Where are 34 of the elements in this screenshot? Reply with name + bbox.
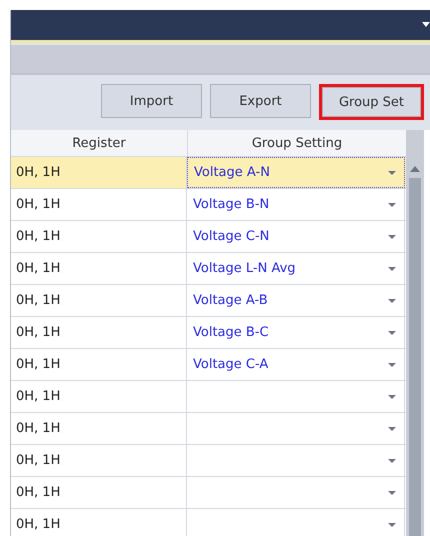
register-cell: 0H, 1H	[11, 477, 187, 508]
group-dropdown[interactable]: Voltage C-N	[187, 221, 405, 252]
group-dropdown[interactable]: Voltage B-C	[187, 317, 405, 348]
group-dropdown[interactable]: Voltage C-A	[187, 349, 405, 380]
table-row[interactable]: 0H, 1H Voltage B-C	[11, 317, 406, 349]
table-row[interactable]: 0H, 1H Voltage A-N	[11, 157, 406, 189]
register-cell: 0H, 1H	[11, 285, 187, 316]
register-cell: 0H, 1H	[11, 221, 187, 252]
register-cell: 0H, 1H	[11, 189, 187, 220]
scroll-thumb[interactable]	[409, 178, 421, 536]
column-header[interactable]: Register	[11, 130, 188, 156]
caret-icon[interactable]	[422, 22, 430, 27]
scrollbar[interactable]	[406, 130, 424, 536]
scroll-up-icon[interactable]	[410, 166, 420, 172]
group-dropdown[interactable]: Voltage A-N	[187, 157, 405, 188]
table-row[interactable]: 0H, 1H Voltage A-B	[11, 285, 406, 317]
group-dropdown[interactable]: Voltage B-N	[187, 189, 405, 220]
group-dropdown[interactable]: Voltage A-B	[187, 285, 405, 316]
toolbar-button[interactable]: Group Set	[319, 84, 424, 120]
register-cell: 0H, 1H	[11, 413, 187, 444]
table-row[interactable]: 0H, 1H Voltage C-A	[11, 349, 406, 381]
table-row[interactable]: 0H, 1H Voltage C-N	[11, 221, 406, 253]
register-cell: 0H, 1H	[11, 509, 187, 536]
toolbar-button[interactable]: Import	[101, 84, 202, 118]
table-row[interactable]: 0H, 1H Voltage B-N	[11, 189, 406, 221]
register-cell: 0H, 1H	[11, 381, 187, 412]
register-cell: 0H, 1H	[11, 157, 187, 188]
register-cell: 0H, 1H	[11, 349, 187, 380]
group-dropdown[interactable]: Voltage L-N Avg	[187, 253, 405, 284]
toolbar-button[interactable]: Export	[210, 84, 311, 118]
register-cell: 0H, 1H	[11, 253, 187, 284]
register-cell: 0H, 1H	[11, 317, 187, 348]
register-cell: 0H, 1H	[11, 445, 187, 476]
table-row[interactable]: 0H, 1H Voltage L-N Avg	[11, 253, 406, 285]
